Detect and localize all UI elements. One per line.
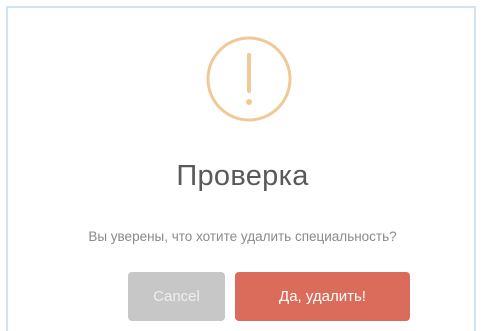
dialog-message: Вы уверены, что хотите удалить специальн… — [88, 229, 397, 244]
cancel-button[interactable]: Cancel — [128, 272, 225, 321]
dialog-title: Проверка — [176, 160, 309, 192]
confirm-delete-button[interactable]: Да, удалить! — [235, 272, 410, 321]
warning-icon — [205, 35, 293, 123]
